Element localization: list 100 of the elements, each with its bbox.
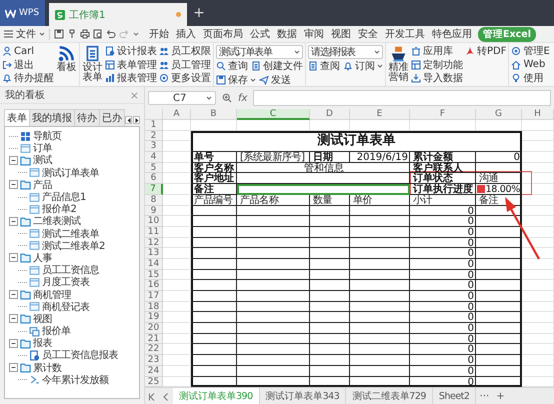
row-header[interactable]: 21 xyxy=(145,334,163,344)
ribbon-button[interactable]: 查阅 xyxy=(308,60,340,72)
ribbon-button[interactable]: 使用 xyxy=(511,72,550,84)
row-header[interactable]: 4 xyxy=(145,152,163,163)
ribbon-button[interactable]: 管理E xyxy=(511,45,550,58)
panel-tab[interactable]: 表单 xyxy=(4,109,30,126)
row-header[interactable]: 5 xyxy=(145,162,163,174)
menu-tab[interactable]: 开始 xyxy=(148,27,170,41)
ribbon-button[interactable]: 转PDF xyxy=(465,45,506,58)
app-tab[interactable]: WPS xyxy=(0,0,45,26)
column-header[interactable]: A xyxy=(163,109,191,120)
row-header[interactable]: 15 xyxy=(145,270,163,280)
row-header[interactable]: 9 xyxy=(145,206,163,216)
more-sheets-button[interactable]: ··· xyxy=(476,388,492,404)
dropdown-field[interactable]: 测试订单表单 xyxy=(216,45,303,59)
ribbon-button[interactable]: 退出 xyxy=(2,58,54,71)
menu-tab[interactable]: 视图 xyxy=(330,27,352,41)
row-header[interactable]: 7 xyxy=(145,184,163,195)
tree-item[interactable]: 商机管理 xyxy=(33,288,71,302)
ribbon-button[interactable]: 表单管理 xyxy=(105,58,157,71)
column-header[interactable]: F xyxy=(410,109,476,120)
ribbon-button[interactable]: 定制功能 xyxy=(411,58,463,71)
tree-item[interactable]: 测试二维表单2 xyxy=(42,238,105,253)
column-header[interactable]: E xyxy=(350,109,410,120)
ribbon-button[interactable]: 更多设置 xyxy=(159,72,211,84)
tree-item[interactable]: 员工工资信息报表 xyxy=(42,348,118,362)
column-header[interactable]: C xyxy=(237,109,310,120)
dropdown-field[interactable]: 请选择报表 xyxy=(308,45,383,59)
tree-item[interactable]: 员工工资信息 xyxy=(42,263,99,278)
ribbon-button[interactable]: 待办提醒 xyxy=(2,72,54,84)
column-header[interactable]: H xyxy=(522,109,554,120)
tree-item[interactable]: 产品 xyxy=(33,178,52,192)
tree-item[interactable]: 测试 xyxy=(33,153,52,168)
row-header[interactable]: 3 xyxy=(145,141,163,152)
row-header[interactable]: 11 xyxy=(145,226,163,238)
function-label[interactable]: fx xyxy=(238,92,248,104)
row-header[interactable]: 23 xyxy=(145,355,163,366)
menu-tab[interactable]: 审阅 xyxy=(303,27,325,41)
sheet-tab[interactable]: 测试订单表单343 xyxy=(260,388,346,404)
panel-tab[interactable]: 待办 xyxy=(74,109,100,126)
ribbon-button[interactable]: 看板 xyxy=(56,45,77,73)
row-header[interactable]: 10 xyxy=(145,216,163,227)
row-header[interactable]: 18 xyxy=(145,302,163,312)
column-header[interactable]: D xyxy=(310,109,350,120)
ribbon-button[interactable]: 应用库 xyxy=(411,45,463,58)
ribbon-button[interactable]: 员工权限 xyxy=(159,45,211,58)
panel-tab[interactable]: 已办 xyxy=(99,109,125,126)
tree-item[interactable]: 测试二维表单 xyxy=(42,226,99,241)
row-header[interactable]: 17 xyxy=(145,291,163,302)
tree-item[interactable]: 视图 xyxy=(33,312,52,326)
row-header[interactable]: 24 xyxy=(145,366,163,376)
ribbon-button[interactable]: 创建文件 xyxy=(251,60,303,72)
ribbon-button[interactable]: 导入数据 xyxy=(411,72,463,84)
document-tab[interactable]: 工作簿1 xyxy=(49,3,187,26)
tree-item[interactable]: 测试订单表单 xyxy=(42,166,99,180)
menu-tab[interactable]: 公式 xyxy=(249,27,271,41)
tree-item[interactable]: 导航页 xyxy=(33,129,62,144)
tree-item[interactable]: 今年累计发放额 xyxy=(42,372,108,387)
row-header[interactable]: 16 xyxy=(145,280,163,291)
ribbon-button[interactable]: Web xyxy=(511,58,550,71)
row-header[interactable]: 19 xyxy=(145,312,163,324)
ribbon-button[interactable]: 设计报表 xyxy=(105,45,157,58)
tree-item[interactable]: 人事 xyxy=(33,250,52,265)
tree-item[interactable]: 报价单 xyxy=(42,324,70,338)
tree-item[interactable]: 二维表测试 xyxy=(33,214,80,228)
tree-item[interactable]: 报价单2 xyxy=(42,202,76,216)
tree-item[interactable]: 报表 xyxy=(33,336,52,350)
ribbon-button[interactable]: 精准营销 xyxy=(388,45,409,83)
row-header[interactable]: 6 xyxy=(145,173,163,184)
ribbon-button[interactable]: Carl xyxy=(2,45,54,58)
row-header[interactable]: 13 xyxy=(145,248,163,259)
menu-tab[interactable]: 数据 xyxy=(276,27,298,41)
menu-tab[interactable]: 插入 xyxy=(175,27,197,41)
menu-tab[interactable]: 安全 xyxy=(357,27,379,41)
file-menu[interactable]: 文件 xyxy=(4,27,45,41)
ribbon-button[interactable]: 保存 xyxy=(216,74,256,86)
column-header[interactable]: G xyxy=(476,109,522,120)
ribbon-button[interactable]: 报表管理 xyxy=(105,72,157,84)
ribbon-button[interactable]: 发送 xyxy=(259,74,291,86)
new-tab-button[interactable]: + xyxy=(187,0,211,26)
menu-tab[interactable]: 特色应用 xyxy=(431,27,473,41)
panel-tab[interactable]: 我的填报 xyxy=(29,109,75,126)
tree-item[interactable]: 商机登记表 xyxy=(42,300,90,314)
tree-item[interactable]: 累计数 xyxy=(33,360,62,375)
row-header[interactable]: 12 xyxy=(145,238,163,248)
sheet-tab[interactable]: 测试订单表单390 xyxy=(173,388,260,404)
add-sheet-button[interactable]: + xyxy=(492,388,508,404)
sheet-tab[interactable]: 测试二维表单729 xyxy=(346,388,433,404)
tree-item[interactable]: 产品信息1 xyxy=(42,190,86,204)
row-header[interactable]: 2 xyxy=(145,130,163,142)
name-box[interactable]: C7 xyxy=(148,91,216,105)
row-header[interactable]: 25 xyxy=(145,376,163,387)
menu-tab[interactable]: 开发工具 xyxy=(384,27,426,41)
menu-tab[interactable]: 页面布局 xyxy=(202,27,244,41)
tree-item[interactable]: 月度工资表 xyxy=(42,275,90,290)
row-header[interactable]: 1 xyxy=(145,120,163,131)
tree-item[interactable]: 订单 xyxy=(33,141,52,156)
sheet-tab[interactable]: Sheet2 xyxy=(432,388,476,404)
row-header[interactable]: 22 xyxy=(145,344,163,356)
ribbon-button[interactable]: 订阅 xyxy=(343,60,383,72)
